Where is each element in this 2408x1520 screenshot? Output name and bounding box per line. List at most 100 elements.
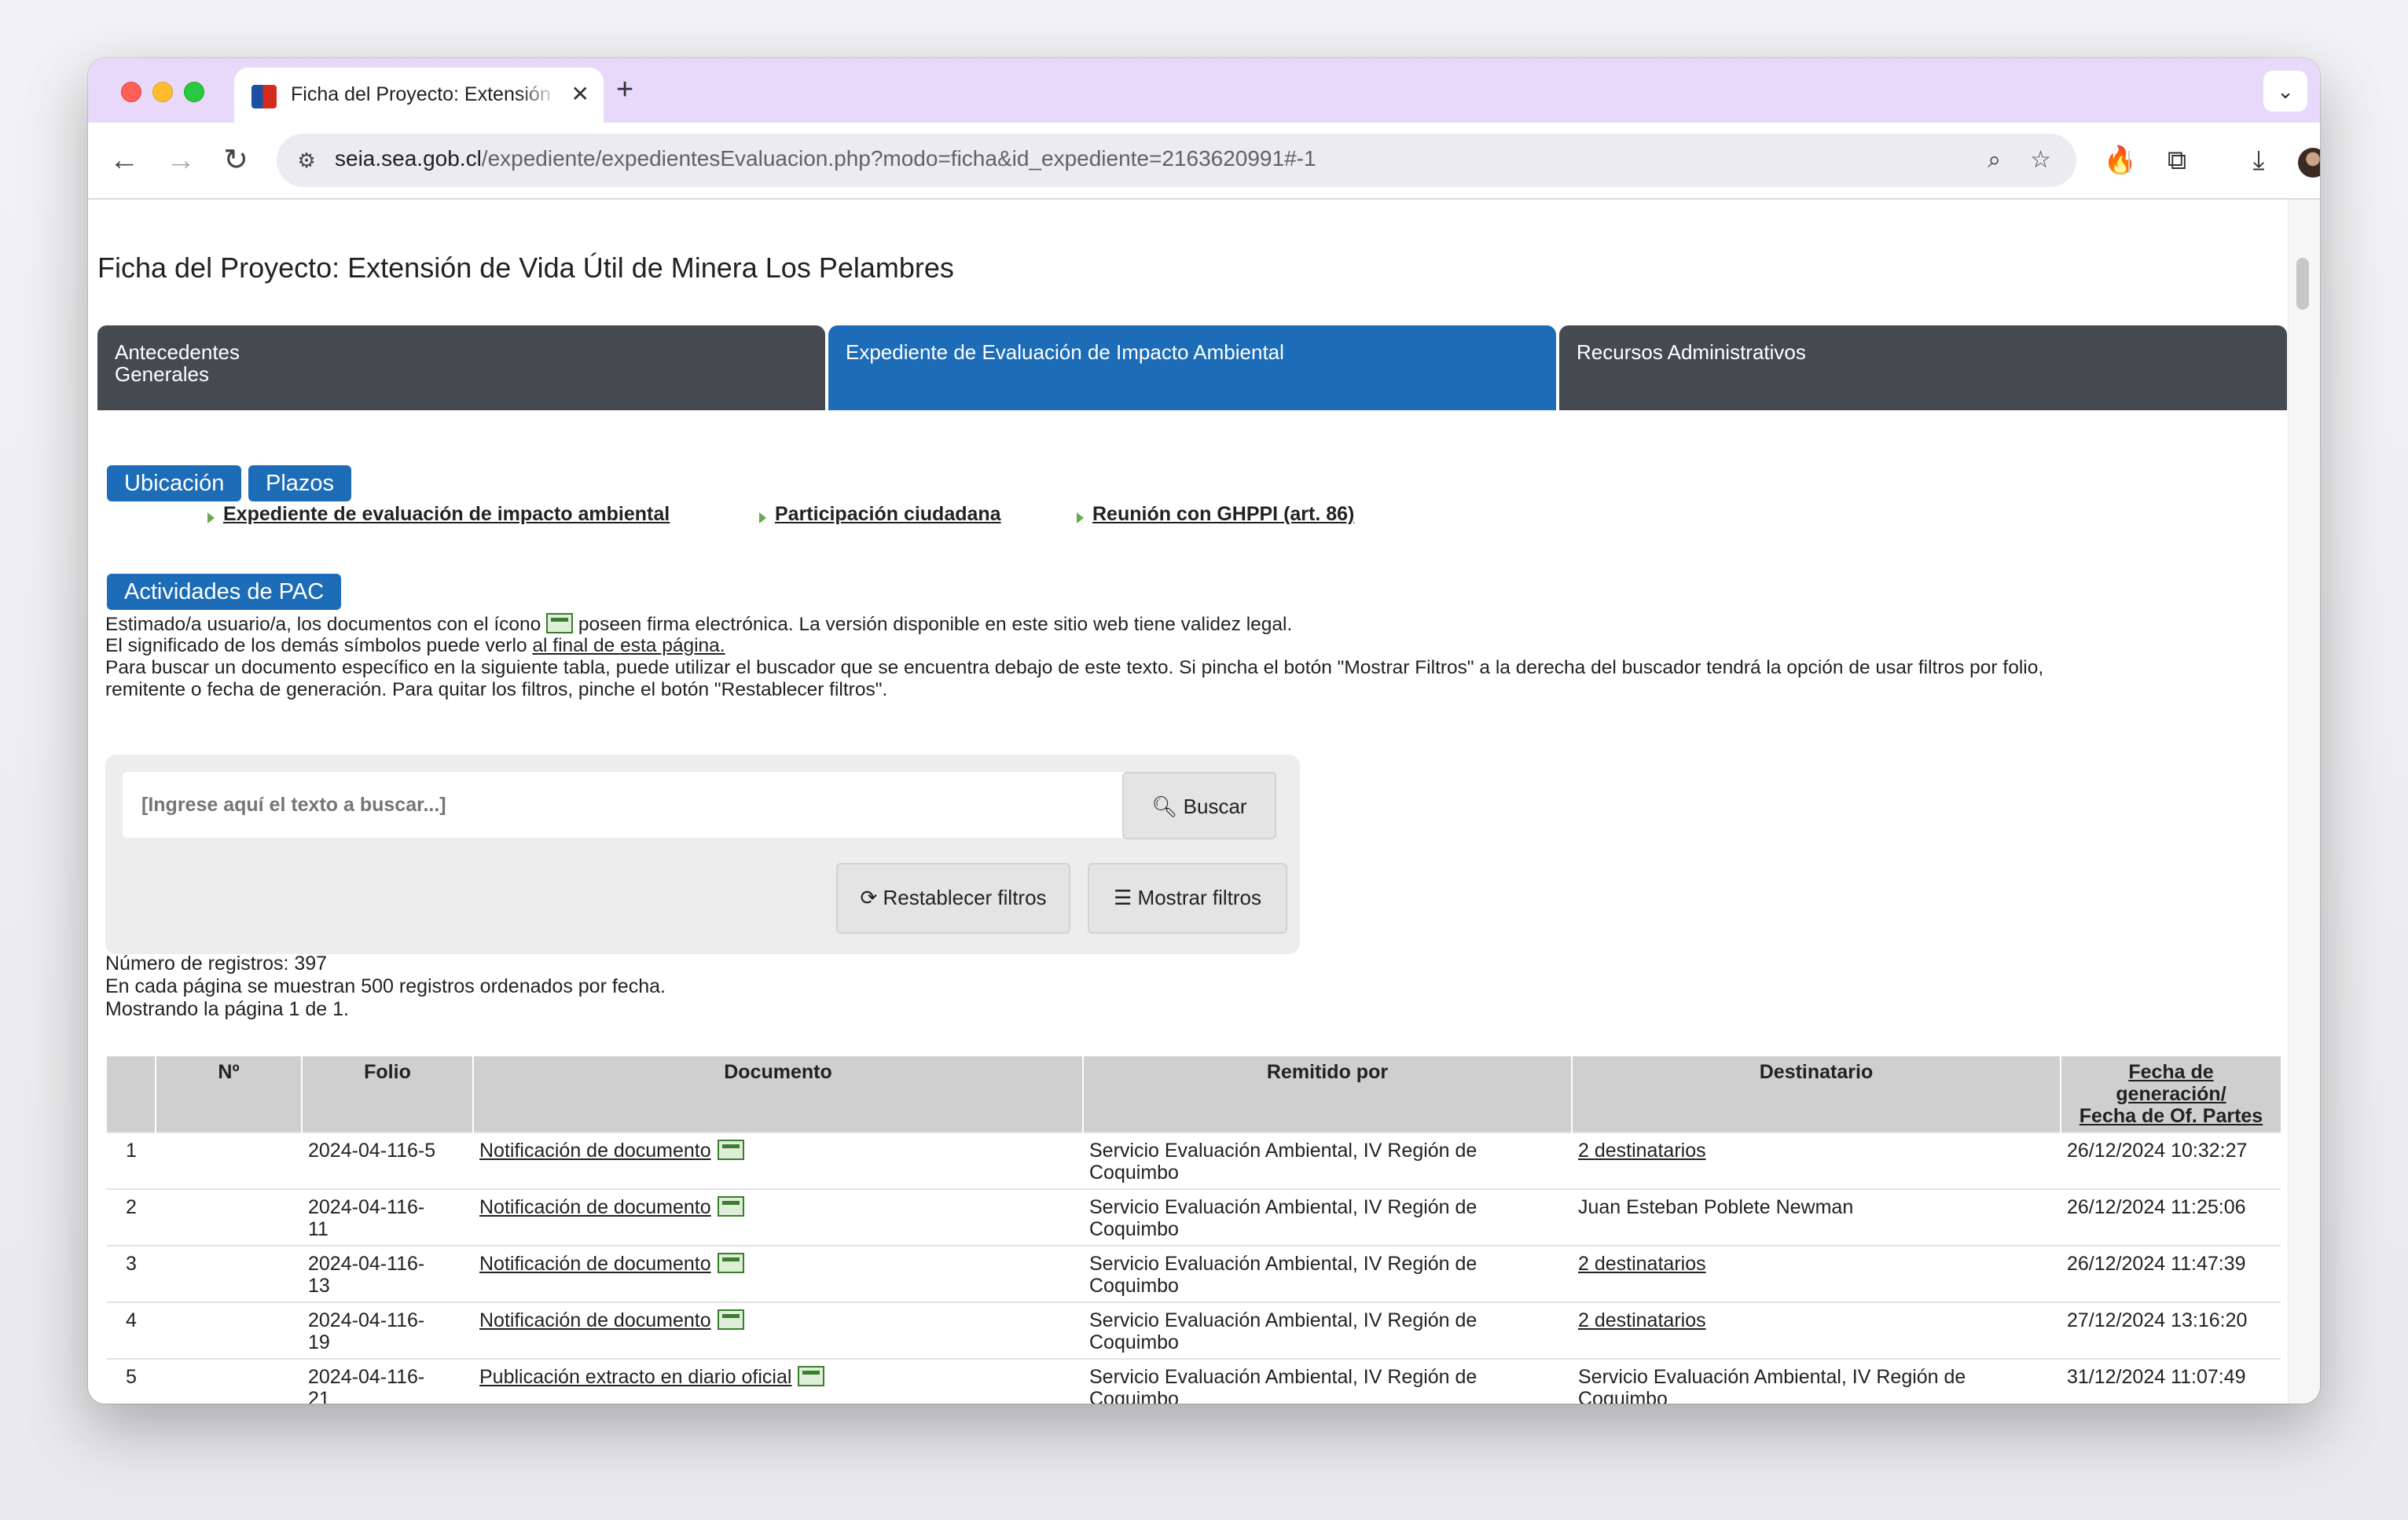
tab-expediente-evaluacion[interactable]: Expediente de Evaluación de Impacto Ambi…: [828, 325, 1556, 410]
actividades-pac-button[interactable]: Actividades de PAC: [107, 574, 342, 610]
row-remitido-por: Servicio Evaluación Ambiental, IV Región…: [1083, 1358, 1572, 1404]
destinatarios-link[interactable]: 2 destinatarios: [1572, 1302, 2061, 1359]
electronic-signature-icon[interactable]: [717, 1196, 744, 1217]
electronic-signature-icon: [546, 613, 574, 633]
search-icon: 🔍︎: [1151, 795, 1178, 818]
table-row: 4 2024-04-116- 19 Notificación de document…: [107, 1302, 2281, 1359]
url-text[interactable]: seia.sea.gob.cl/expediente/expedientesEv…: [335, 146, 1316, 171]
row-destinatario: Juan Esteban Poblete Newman: [1572, 1188, 2061, 1246]
electronic-signature-icon[interactable]: [717, 1140, 744, 1160]
destinatarios-link[interactable]: 2 destinatarios: [1572, 1132, 2061, 1189]
link-reunion-ghppi[interactable]: Reunión con GHPPI (art. 86): [1092, 503, 1354, 526]
row-fecha: 31/12/2024 11:07:49: [2061, 1358, 2281, 1404]
row-documento: Notificación de documento: [473, 1132, 1083, 1189]
chile-flag-favicon-icon: [251, 85, 277, 108]
scrollbar-thumb[interactable]: [2296, 258, 2309, 310]
address-bar[interactable]: ⚙ seia.sea.gob.cl/expediente/expedientes…: [277, 134, 2076, 187]
tab-close-icon[interactable]: ✕: [571, 80, 589, 108]
row-folio: 2024-04-116- 19: [302, 1302, 473, 1359]
link-expediente-evaluacion[interactable]: Expediente de evaluación de impacto ambi…: [223, 503, 670, 526]
sliders-icon: ☰: [1113, 886, 1132, 909]
electronic-signature-icon[interactable]: [717, 1309, 744, 1330]
header-fecha-line3[interactable]: Fecha de Of. Partes: [2079, 1105, 2263, 1127]
restablecer-label: Restablecer filtros: [883, 886, 1047, 909]
zoom-icon[interactable]: ⌕: [1988, 145, 2001, 176]
header-fecha[interactable]: Fecha de generación/ Fecha de Of. Partes: [2060, 1056, 2281, 1133]
row-fecha: 26/12/2024 11:25:06: [2061, 1188, 2281, 1246]
documents-table: Nº Folio Documento Remitido por Destinat…: [107, 1056, 2281, 1404]
site-info-icon[interactable]: ⚙: [291, 145, 322, 176]
info-line-4: remitente o fecha de generación. Para qu…: [105, 679, 888, 700]
row-index: 1: [107, 1132, 156, 1189]
table-header-row: Nº Folio Documento Remitido por Destinat…: [107, 1056, 2281, 1133]
row-folio: 2024-04-116- 11: [302, 1188, 473, 1246]
arrow-right-icon: [1077, 512, 1084, 523]
header-index: [107, 1056, 156, 1133]
electronic-signature-icon[interactable]: [717, 1253, 744, 1273]
tab-recursos-administrativos[interactable]: Recursos Administrativos: [1559, 325, 2287, 410]
table-row: 5 2024-04-116- 21 Publicación extracto en …: [107, 1358, 2281, 1404]
restablecer-filtros-button[interactable]: ⟳ Restablecer filtros: [836, 863, 1070, 934]
document-link[interactable]: Publicación extracto en diario oficial: [479, 1366, 791, 1388]
header-fecha-line1[interactable]: Fecha de: [2128, 1061, 2213, 1083]
page-scrollbar[interactable]: [2288, 200, 2320, 1404]
info-text: El significado de los demás símbolos pue…: [105, 635, 527, 656]
link-final-pagina[interactable]: al final de esta página.: [532, 635, 725, 656]
destinatarios-link[interactable]: 2 destinatarios: [1572, 1245, 2061, 1302]
mostrar-filtros-button[interactable]: ☰ Mostrar filtros: [1088, 863, 1287, 934]
numero-registros: Número de registros: 397: [105, 953, 328, 975]
arrow-right-icon: [207, 512, 215, 523]
tab-search-chevron-icon[interactable]: ⌄: [2263, 71, 2307, 112]
header-remitido-por: Remitido por: [1082, 1056, 1572, 1133]
minimize-window-button[interactable]: [152, 82, 173, 102]
refresh-icon: ⟳: [860, 886, 878, 909]
tab-antecedentes-generales[interactable]: Antecedentes Generales: [97, 325, 825, 410]
table-row: 2 2024-04-116- 11 Notificación de document…: [107, 1188, 2281, 1246]
document-link[interactable]: Notificación de documento: [479, 1196, 711, 1218]
buscar-button[interactable]: 🔍︎ Buscar: [1122, 772, 1276, 839]
row-fecha: 26/12/2024 10:32:27: [2061, 1132, 2281, 1189]
info-line-2: El significado de los demás símbolos pue…: [105, 635, 725, 657]
mostrando-pagina: Mostrando la página 1 de 1.: [105, 998, 349, 1020]
plazos-button[interactable]: Plazos: [248, 465, 352, 501]
header-numero: Nº: [155, 1056, 302, 1133]
row-documento: Notificación de documento: [473, 1302, 1083, 1359]
page-title: Ficha del Proyecto: Extensión de Vida Út…: [97, 251, 954, 284]
search-input[interactable]: [123, 772, 1125, 838]
flame-extension-icon[interactable]: 🔥: [2101, 141, 2139, 179]
search-panel: 🔍︎ Buscar ⟳ Restablecer filtros ☰ Mostra…: [105, 754, 1300, 954]
new-tab-button[interactable]: +: [616, 74, 633, 105]
header-fecha-line2[interactable]: generación/: [2116, 1083, 2226, 1105]
row-fecha: 27/12/2024 13:16:20: [2061, 1302, 2281, 1359]
tab-title: Ficha del Proyecto: Extensión: [291, 83, 551, 105]
electronic-signature-icon[interactable]: [798, 1366, 825, 1386]
info-text: Estimado/a usuario/a, los documentos con…: [105, 614, 541, 635]
forward-arrow-icon[interactable]: →: [162, 141, 200, 179]
link-participacion-ciudadana[interactable]: Participación ciudadana: [775, 503, 1001, 526]
back-arrow-icon[interactable]: ←: [105, 141, 143, 179]
close-window-button[interactable]: [121, 82, 141, 102]
bookmark-star-icon[interactable]: ☆: [2030, 145, 2051, 176]
row-index: 4: [107, 1302, 156, 1359]
document-link[interactable]: Notificación de documento: [479, 1140, 711, 1162]
row-remitido-por: Servicio Evaluación Ambiental, IV Región…: [1083, 1188, 1572, 1246]
ubicacion-button[interactable]: Ubicación: [107, 465, 242, 501]
table-row: 1 2024-04-116-5 Notificación de documento S…: [107, 1132, 2281, 1189]
row-documento: Publicación extracto en diario oficial: [473, 1358, 1083, 1404]
extensions-puzzle-icon[interactable]: ⧉: [2158, 141, 2196, 179]
toolbar-divider: [2128, 151, 2130, 173]
document-link[interactable]: Notificación de documento: [479, 1253, 711, 1275]
row-folio: 2024-04-116-5: [302, 1132, 473, 1189]
tab-strip: Ficha del Proyecto: Extensión ✕ + ⌄: [88, 58, 2320, 123]
info-line-3: Para buscar un documento específico en l…: [105, 657, 2044, 678]
reload-icon[interactable]: ↻: [217, 141, 255, 179]
maximize-window-button[interactable]: [184, 82, 204, 102]
document-link[interactable]: Notificación de documento: [479, 1309, 711, 1331]
browser-tab-active[interactable]: Ficha del Proyecto: Extensión ✕: [234, 68, 604, 123]
row-numero: [156, 1132, 302, 1189]
row-numero: [156, 1188, 302, 1246]
registros-por-pagina: En cada página se muestran 500 registros…: [105, 975, 666, 997]
header-folio: Folio: [301, 1056, 473, 1133]
profile-avatar[interactable]: [2298, 148, 2320, 178]
download-icon[interactable]: ⤓: [2240, 141, 2278, 179]
